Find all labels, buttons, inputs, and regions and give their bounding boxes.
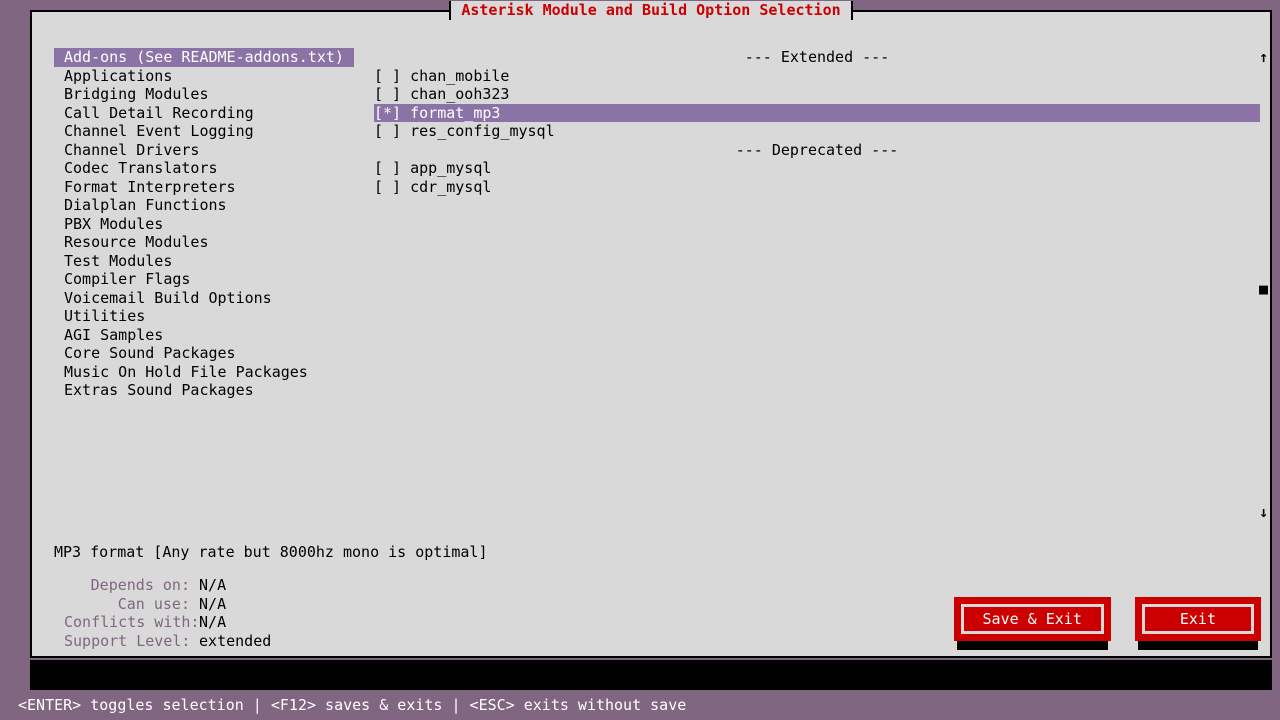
- section-header: --- Extended ---: [374, 48, 1260, 67]
- category-item[interactable]: Extras Sound Packages: [54, 381, 354, 400]
- exit-button[interactable]: Exit: [1138, 600, 1258, 638]
- scroll-thumb-indicator: ■: [1259, 280, 1268, 299]
- module-option[interactable]: [ ] chan_mobile: [374, 67, 1260, 86]
- depends-value: N/A: [199, 576, 226, 594]
- module-description: MP3 format [Any rate but 8000hz mono is …: [54, 543, 487, 562]
- module-option[interactable]: [*] format_mp3: [374, 104, 1260, 123]
- section-header: --- Deprecated ---: [374, 141, 1260, 160]
- button-bar: Save & Exit Exit: [957, 612, 1258, 650]
- category-item[interactable]: Applications: [54, 67, 354, 86]
- category-item[interactable]: Compiler Flags: [54, 270, 354, 289]
- canuse-label: Can use:: [64, 595, 190, 614]
- category-item[interactable]: Utilities: [54, 307, 354, 326]
- window-title: Asterisk Module and Build Option Selecti…: [449, 1, 852, 20]
- category-list: Add-ons (See README-addons.txt)Applicati…: [54, 48, 354, 521]
- category-item[interactable]: Core Sound Packages: [54, 344, 354, 363]
- help-bar: <ENTER> toggles selection | <F12> saves …: [18, 696, 686, 715]
- bottom-black-strip: [30, 660, 1272, 690]
- module-option[interactable]: [ ] cdr_mysql: [374, 178, 1260, 197]
- category-item[interactable]: Music On Hold File Packages: [54, 363, 354, 382]
- menuselect-window: Asterisk Module and Build Option Selecti…: [30, 10, 1272, 658]
- conflicts-label: Conflicts with:: [64, 613, 190, 632]
- category-item[interactable]: PBX Modules: [54, 215, 354, 234]
- content-columns: Add-ons (See README-addons.txt)Applicati…: [54, 48, 1260, 521]
- module-list: --- Extended ---[ ] chan_mobile[ ] chan_…: [374, 48, 1260, 521]
- category-item[interactable]: Codec Translators: [54, 159, 354, 178]
- category-item[interactable]: Channel Event Logging: [54, 122, 354, 141]
- category-item[interactable]: Channel Drivers: [54, 141, 354, 160]
- support-value: extended: [199, 632, 271, 650]
- category-item[interactable]: Resource Modules: [54, 233, 354, 252]
- support-label: Support Level:: [64, 632, 190, 651]
- module-option[interactable]: [ ] res_config_mysql: [374, 122, 1260, 141]
- module-option[interactable]: [ ] app_mysql: [374, 159, 1260, 178]
- dependency-info: Depends on: N/A Can use: N/A Conflicts w…: [64, 576, 271, 650]
- scroll-down-indicator: ↓: [1259, 503, 1268, 522]
- category-item[interactable]: Add-ons (See README-addons.txt): [54, 48, 354, 67]
- category-item[interactable]: Test Modules: [54, 252, 354, 271]
- category-item[interactable]: Call Detail Recording: [54, 104, 354, 123]
- window-title-wrap: Asterisk Module and Build Option Selecti…: [32, 1, 1270, 20]
- canuse-value: N/A: [199, 595, 226, 613]
- scroll-up-indicator: ↑: [1259, 48, 1268, 67]
- category-item[interactable]: Bridging Modules: [54, 85, 354, 104]
- conflicts-value: N/A: [199, 613, 226, 631]
- category-item[interactable]: Format Interpreters: [54, 178, 354, 197]
- category-item[interactable]: Voicemail Build Options: [54, 289, 354, 308]
- save-exit-button[interactable]: Save & Exit: [957, 600, 1108, 638]
- category-item[interactable]: AGI Samples: [54, 326, 354, 345]
- depends-label: Depends on:: [64, 576, 190, 595]
- module-option[interactable]: [ ] chan_ooh323: [374, 85, 1260, 104]
- category-item[interactable]: Dialplan Functions: [54, 196, 354, 215]
